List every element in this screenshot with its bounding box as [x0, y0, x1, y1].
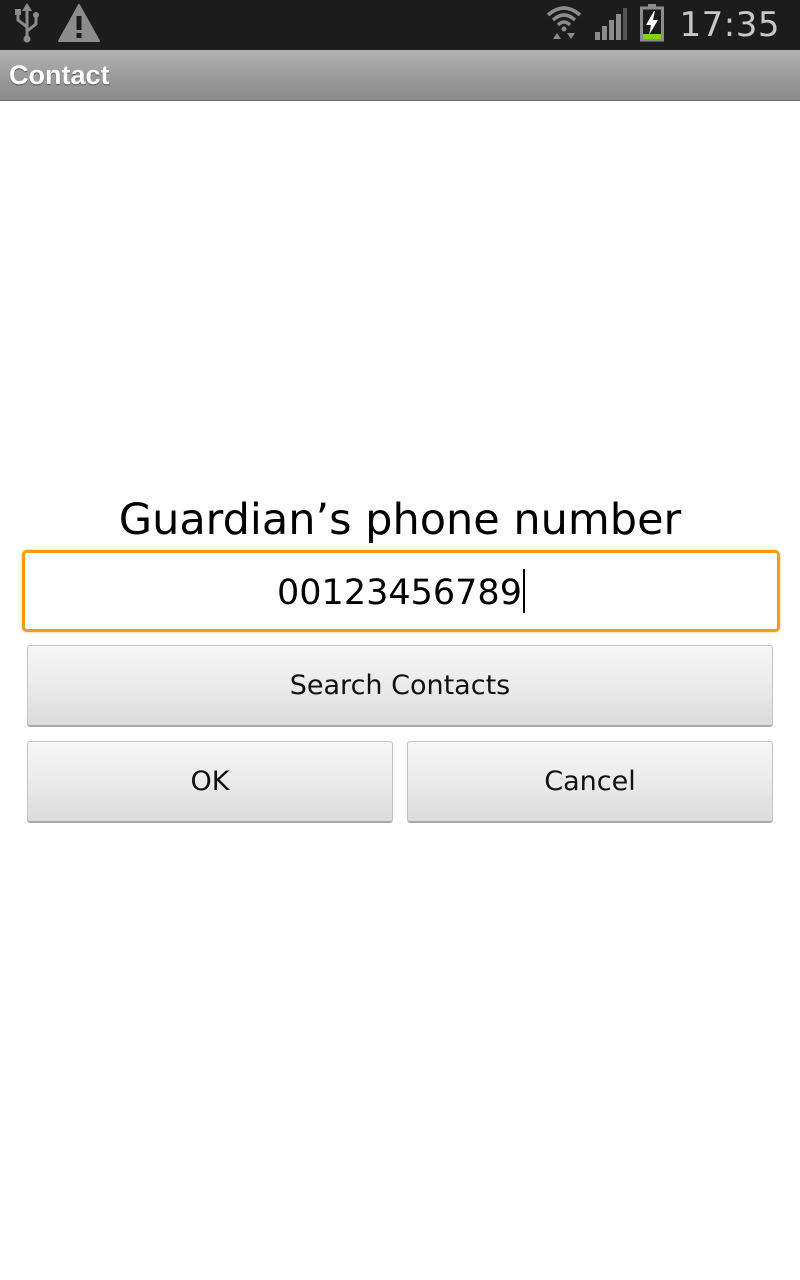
warning-icon — [58, 4, 100, 46]
phone-number-value: 00123456789 — [277, 573, 522, 613]
signal-icon — [594, 6, 628, 44]
text-cursor — [522, 569, 525, 613]
system-icons: 17:35 — [546, 0, 780, 50]
app-title: Contact — [9, 60, 110, 90]
notification-icons — [14, 3, 100, 47]
phone-number-label: Guardian’s phone number — [118, 495, 682, 545]
wifi-icon — [546, 3, 582, 47]
title-bar: Contact — [0, 50, 800, 101]
phone-number-input[interactable]: 00123456789 — [22, 550, 780, 632]
status-bar: 17:35 — [0, 0, 800, 50]
usb-icon — [14, 3, 40, 47]
status-clock: 17:35 — [679, 5, 780, 45]
search-contacts-button[interactable]: Search Contacts — [27, 645, 773, 727]
cancel-button[interactable]: Cancel — [407, 741, 773, 823]
phone-number-value-line: 00123456789 — [25, 553, 777, 629]
ok-button[interactable]: OK — [27, 741, 393, 823]
battery-charging-icon — [639, 4, 664, 46]
